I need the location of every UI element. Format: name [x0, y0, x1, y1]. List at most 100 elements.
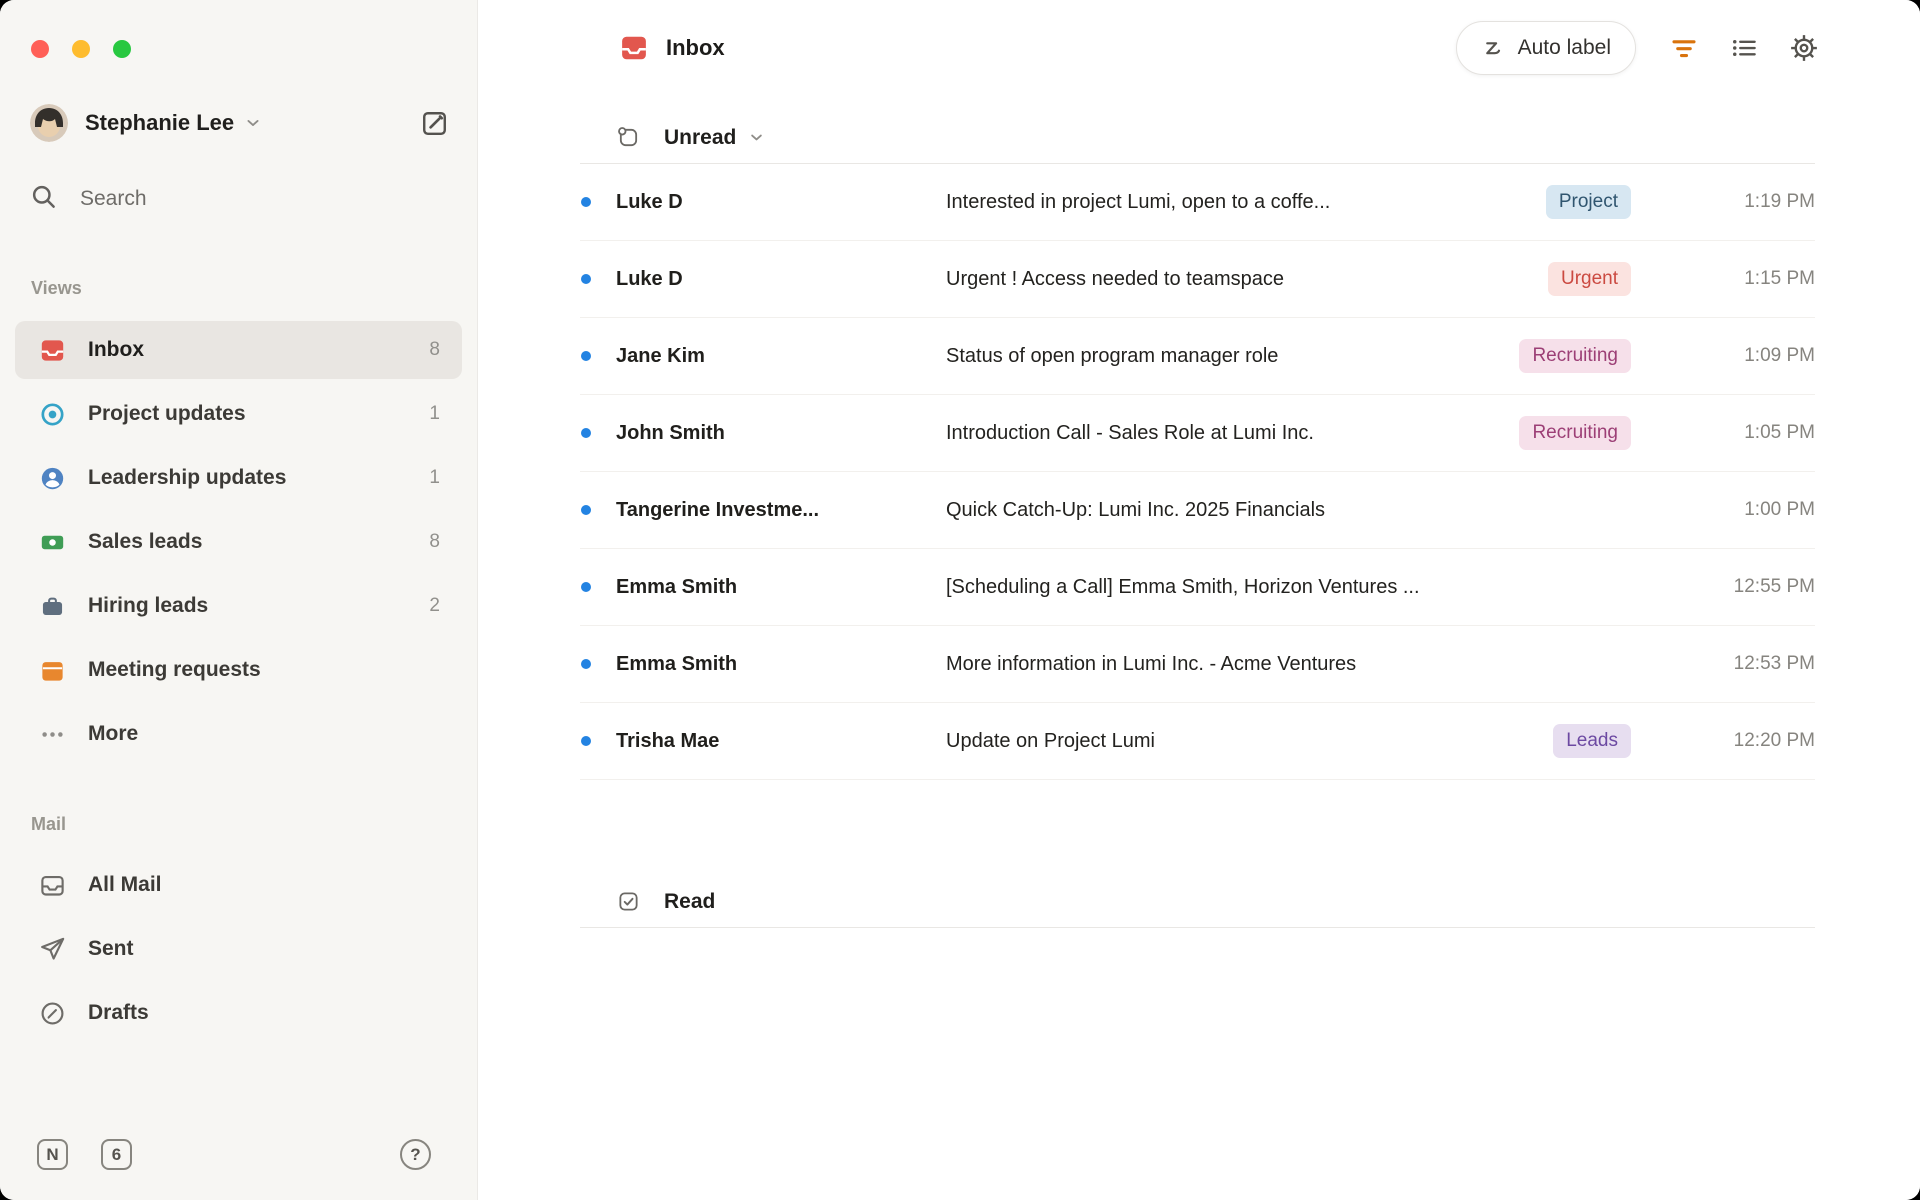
person-circle-icon [37, 463, 67, 493]
sidebar-item-leadership-updates[interactable]: Leadership updates 1 [15, 449, 462, 507]
target-icon [37, 399, 67, 429]
list-view-icon[interactable] [1729, 33, 1759, 63]
compose-button[interactable] [417, 106, 451, 140]
briefcase-icon [37, 591, 67, 621]
email-subject: Introduction Call - Sales Role at Lumi I… [946, 421, 1314, 444]
unread-dot [580, 659, 616, 669]
views-nav: Inbox 8 Project updates 1 Leadership upd… [15, 321, 462, 769]
sidebar: Stephanie Lee Search Views Inbox 8 Proje… [0, 0, 478, 1200]
select-icon [617, 126, 640, 149]
user-name: Stephanie Lee [85, 110, 235, 135]
notion-calendar-badge[interactable]: 6 [101, 1139, 132, 1170]
email-sender: Trisha Mae [616, 729, 720, 752]
label-badge: Urgent [1547, 262, 1631, 296]
unread-dot [580, 274, 616, 284]
email-row[interactable]: Luke D Interested in project Lumi, open … [580, 164, 1815, 241]
email-row[interactable]: Tangerine Investme... Quick Catch-Up: Lu… [580, 472, 1815, 549]
email-subject: [Scheduling a Call] Emma Smith, Horizon … [946, 575, 1420, 598]
sidebar-item-meeting-requests[interactable]: Meeting requests [15, 641, 462, 699]
email-subject: Quick Catch-Up: Lumi Inc. 2025 Financial… [946, 498, 1326, 521]
email-row[interactable]: Emma Smith [Scheduling a Call] Emma Smit… [580, 549, 1815, 626]
sidebar-item-inbox[interactable]: Inbox 8 [15, 321, 462, 379]
email-sender: Jane Kim [616, 344, 705, 367]
email-row[interactable]: John Smith Introduction Call - Sales Rol… [580, 395, 1815, 472]
unread-dot [580, 736, 616, 746]
inbox-icon [37, 335, 67, 365]
window-controls [31, 40, 131, 58]
help-button[interactable]: ? [400, 1139, 431, 1170]
unread-section-header[interactable]: Unread [580, 112, 1815, 164]
email-subject: Urgent ! Access needed to teamspace [946, 267, 1284, 290]
email-time: 12:55 PM [1733, 576, 1815, 597]
avatar [30, 104, 68, 142]
email-row[interactable]: Trisha Mae Update on Project Lumi Leads … [580, 703, 1815, 780]
unread-dot [580, 197, 616, 207]
checkbox-checked-icon [617, 890, 640, 913]
email-sender: Emma Smith [616, 652, 738, 675]
all-mail-icon [37, 870, 67, 900]
chevron-down-icon [747, 128, 766, 147]
auto-label-button[interactable]: Auto label [1455, 21, 1636, 75]
gear-icon[interactable] [1789, 33, 1819, 63]
draft-pencil-icon [37, 998, 67, 1028]
account-switcher[interactable]: Stephanie Lee [30, 100, 451, 146]
project-updates-count: 1 [429, 403, 440, 424]
filter-icon[interactable] [1669, 33, 1699, 63]
email-time: 1:00 PM [1744, 499, 1815, 520]
ellipsis-icon [37, 719, 67, 749]
email-time: 1:05 PM [1744, 422, 1815, 443]
title-group: Inbox [619, 0, 725, 96]
label-badge: Leads [1553, 724, 1631, 758]
hiring-leads-count: 2 [429, 595, 440, 616]
label-badge: Recruiting [1519, 339, 1631, 373]
sidebar-item-more[interactable]: More [15, 705, 462, 763]
email-time: 1:15 PM [1744, 268, 1815, 289]
banknote-icon [37, 527, 67, 557]
unread-dot [580, 428, 616, 438]
email-subject: Update on Project Lumi [946, 729, 1156, 752]
email-subject: Interested in project Lumi, open to a co… [946, 190, 1331, 213]
auto-label-icon [1485, 41, 1500, 54]
sidebar-item-all-mail[interactable]: All Mail [15, 856, 462, 914]
email-sender: Luke D [616, 190, 683, 213]
minimize-window-button[interactable] [72, 40, 90, 58]
paper-plane-icon [37, 934, 67, 964]
page-title: Inbox [666, 35, 725, 60]
header-icons [1669, 33, 1819, 63]
views-section-label: Views [31, 278, 82, 298]
main-content: Inbox Auto label Unread Luke D Intereste… [479, 0, 1920, 1200]
chevron-down-icon [243, 113, 263, 133]
email-time: 12:20 PM [1733, 730, 1815, 751]
email-row[interactable]: Jane Kim Status of open program manager … [580, 318, 1815, 395]
inbox-icon [622, 36, 646, 60]
email-time: 1:19 PM [1744, 191, 1815, 212]
label-badge: Recruiting [1519, 416, 1631, 450]
sidebar-item-drafts[interactable]: Drafts [15, 984, 462, 1042]
sidebar-item-sales-leads[interactable]: Sales leads 8 [15, 513, 462, 571]
sales-leads-count: 8 [429, 531, 440, 552]
unread-dot [580, 505, 616, 515]
email-subject: Status of open program manager role [946, 344, 1279, 367]
mail-section-label: Mail [31, 814, 67, 834]
mail-nav: All Mail Sent Drafts [15, 856, 462, 1048]
email-row[interactable]: Luke D Urgent ! Access needed to teamspa… [580, 241, 1815, 318]
email-subject: More information in Lumi Inc. - Acme Ven… [946, 652, 1357, 675]
sidebar-item-sent[interactable]: Sent [15, 920, 462, 978]
search-button[interactable]: Search [30, 176, 451, 222]
notion-app-badge[interactable]: N [37, 1139, 68, 1170]
email-time: 1:09 PM [1744, 345, 1815, 366]
email-row[interactable]: Emma Smith More information in Lumi Inc.… [580, 626, 1815, 703]
email-sender: Emma Smith [616, 575, 738, 598]
search-label: Search [80, 187, 147, 210]
read-section-header[interactable]: Read [580, 876, 1815, 928]
auto-label-label: Auto label [1517, 36, 1611, 59]
unread-label: Unread [664, 125, 737, 149]
zoom-window-button[interactable] [113, 40, 131, 58]
sidebar-item-hiring-leads[interactable]: Hiring leads 2 [15, 577, 462, 635]
close-window-button[interactable] [31, 40, 49, 58]
app-window: Stephanie Lee Search Views Inbox 8 Proje… [0, 0, 1920, 1200]
email-list: Unread Luke D Interested in project Lumi… [580, 112, 1815, 928]
inbox-count: 8 [429, 339, 440, 360]
leadership-updates-count: 1 [429, 467, 440, 488]
sidebar-item-project-updates[interactable]: Project updates 1 [15, 385, 462, 443]
